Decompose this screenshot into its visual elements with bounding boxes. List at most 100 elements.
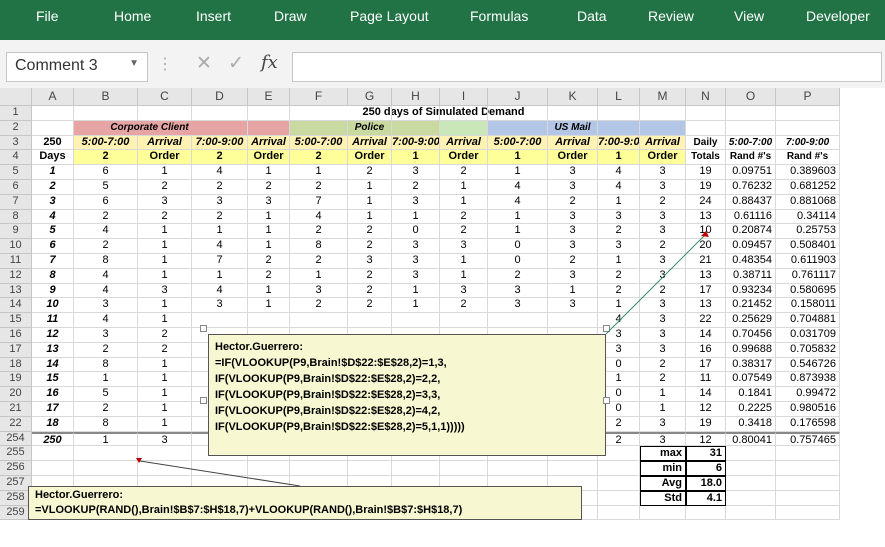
header-cell[interactable]: Order (348, 150, 392, 166)
cell[interactable]: 1 (440, 254, 488, 269)
cell[interactable]: 3 (192, 194, 248, 210)
cell[interactable]: 3 (290, 283, 348, 299)
cell[interactable]: 2 (192, 209, 248, 225)
cell[interactable] (776, 106, 840, 121)
cell[interactable]: 1 (74, 372, 138, 388)
cell[interactable]: 17 (686, 283, 726, 299)
cell[interactable]: 1 (248, 209, 290, 225)
cell[interactable]: 1 (392, 209, 440, 225)
row-header[interactable]: 11 (0, 254, 32, 269)
cell[interactable]: 22 (686, 313, 726, 328)
header-cell[interactable]: Arrival (348, 135, 392, 151)
row-header[interactable]: 256 (0, 461, 32, 476)
cell[interactable]: 17 (686, 357, 726, 373)
cell[interactable]: 0.508401 (776, 239, 840, 254)
cell[interactable] (348, 106, 392, 121)
cell[interactable]: 0.031709 (776, 328, 840, 343)
column-header-l[interactable]: L (598, 88, 640, 106)
cell[interactable]: 2 (392, 180, 440, 195)
cell[interactable]: 3 (440, 283, 488, 299)
cell[interactable]: 3 (640, 416, 686, 432)
cell[interactable]: 13 (686, 209, 726, 225)
column-header-p[interactable]: P (776, 88, 840, 106)
tab-developer[interactable]: Developer (806, 8, 870, 24)
cell[interactable]: 2 (348, 224, 392, 240)
cell[interactable]: 0.09751 (726, 165, 776, 180)
cell[interactable]: 6 (32, 239, 74, 254)
header-cell[interactable]: Arrival (548, 135, 598, 151)
cell[interactable]: 7 (192, 254, 248, 269)
row-header[interactable]: 7 (0, 194, 32, 210)
stat-value[interactable]: 6 (686, 461, 726, 476)
header-cell[interactable]: 1 (598, 150, 640, 166)
cell[interactable]: 2 (640, 357, 686, 373)
cell[interactable]: 0.99688 (726, 342, 776, 358)
cell[interactable]: 3 (138, 194, 192, 210)
cell[interactable]: 0.580695 (776, 283, 840, 299)
column-header-n[interactable]: N (686, 88, 726, 106)
cell[interactable]: 0.38317 (726, 357, 776, 373)
cell[interactable]: 10 (32, 298, 74, 314)
cell[interactable]: 2 (640, 283, 686, 299)
cell[interactable]: 13 (686, 298, 726, 314)
cell[interactable]: 0.158011 (776, 298, 840, 314)
column-header-o[interactable]: O (726, 88, 776, 106)
cell[interactable]: 0.3418 (726, 416, 776, 432)
cell[interactable] (726, 505, 776, 521)
cell[interactable] (598, 490, 640, 506)
stat-value[interactable]: 31 (686, 446, 726, 462)
column-header-f[interactable]: F (290, 88, 348, 106)
cell[interactable]: 7 (290, 194, 348, 210)
cell[interactable]: 1 (138, 357, 192, 373)
spreadsheet-grid[interactable]: A B C D E F G H I J K L M N O P 1 250 days of Simulated D… (0, 88, 885, 547)
tab-draw[interactable]: Draw (274, 8, 307, 24)
row-header[interactable]: 15 (0, 313, 32, 328)
cell[interactable]: 4 (74, 313, 138, 328)
cell[interactable]: 0.681252 (776, 180, 840, 195)
cell[interactable]: 7 (32, 254, 74, 269)
cell[interactable] (726, 490, 776, 506)
cell[interactable] (32, 461, 74, 476)
cell[interactable]: 2 (138, 342, 192, 358)
cell[interactable]: 16 (32, 387, 74, 402)
row-header[interactable]: 16 (0, 328, 32, 343)
cell[interactable]: 3 (488, 298, 548, 314)
header-cell[interactable]: 5:00-7:00 (74, 135, 138, 151)
cell[interactable]: 3 (488, 283, 548, 299)
cell[interactable] (548, 313, 598, 328)
cell[interactable]: 0.09457 (726, 239, 776, 254)
cell[interactable] (776, 120, 840, 136)
cell[interactable]: 11 (686, 372, 726, 388)
cell[interactable]: 4 (488, 180, 548, 195)
cell[interactable]: 3 (392, 194, 440, 210)
cell[interactable] (392, 120, 440, 136)
cell[interactable]: 1 (640, 402, 686, 417)
cell[interactable]: 3 (548, 224, 598, 240)
resize-handle[interactable] (200, 397, 207, 404)
cell[interactable]: 0.25629 (726, 313, 776, 328)
cell[interactable]: 3 (548, 298, 598, 314)
cell[interactable]: 3 (640, 298, 686, 314)
cell[interactable] (440, 461, 488, 476)
stat-value[interactable]: 4.1 (686, 490, 726, 506)
row-header[interactable]: 6 (0, 180, 32, 195)
group-label-police[interactable]: Police (348, 120, 392, 136)
header-cell[interactable]: 2 (290, 150, 348, 166)
cell[interactable]: 1 (348, 209, 392, 225)
cell[interactable]: 4 (192, 283, 248, 299)
drag-handle-icon[interactable]: ⋮ (157, 54, 173, 74)
cell[interactable]: 11 (32, 313, 74, 328)
column-header-d[interactable]: D (192, 88, 248, 106)
cell[interactable] (726, 446, 776, 462)
cell[interactable]: 19 (686, 165, 726, 180)
cell[interactable]: 2 (290, 298, 348, 314)
cell[interactable] (248, 313, 290, 328)
cell[interactable] (488, 106, 548, 121)
cell[interactable]: 1 (192, 224, 248, 240)
cell[interactable] (74, 446, 138, 462)
cell[interactable]: 8 (74, 254, 138, 269)
cell[interactable] (348, 461, 392, 476)
cell[interactable]: 0.611903 (776, 254, 840, 269)
cell[interactable]: 0.34114 (776, 209, 840, 225)
header-cell[interactable]: Order (640, 150, 686, 166)
